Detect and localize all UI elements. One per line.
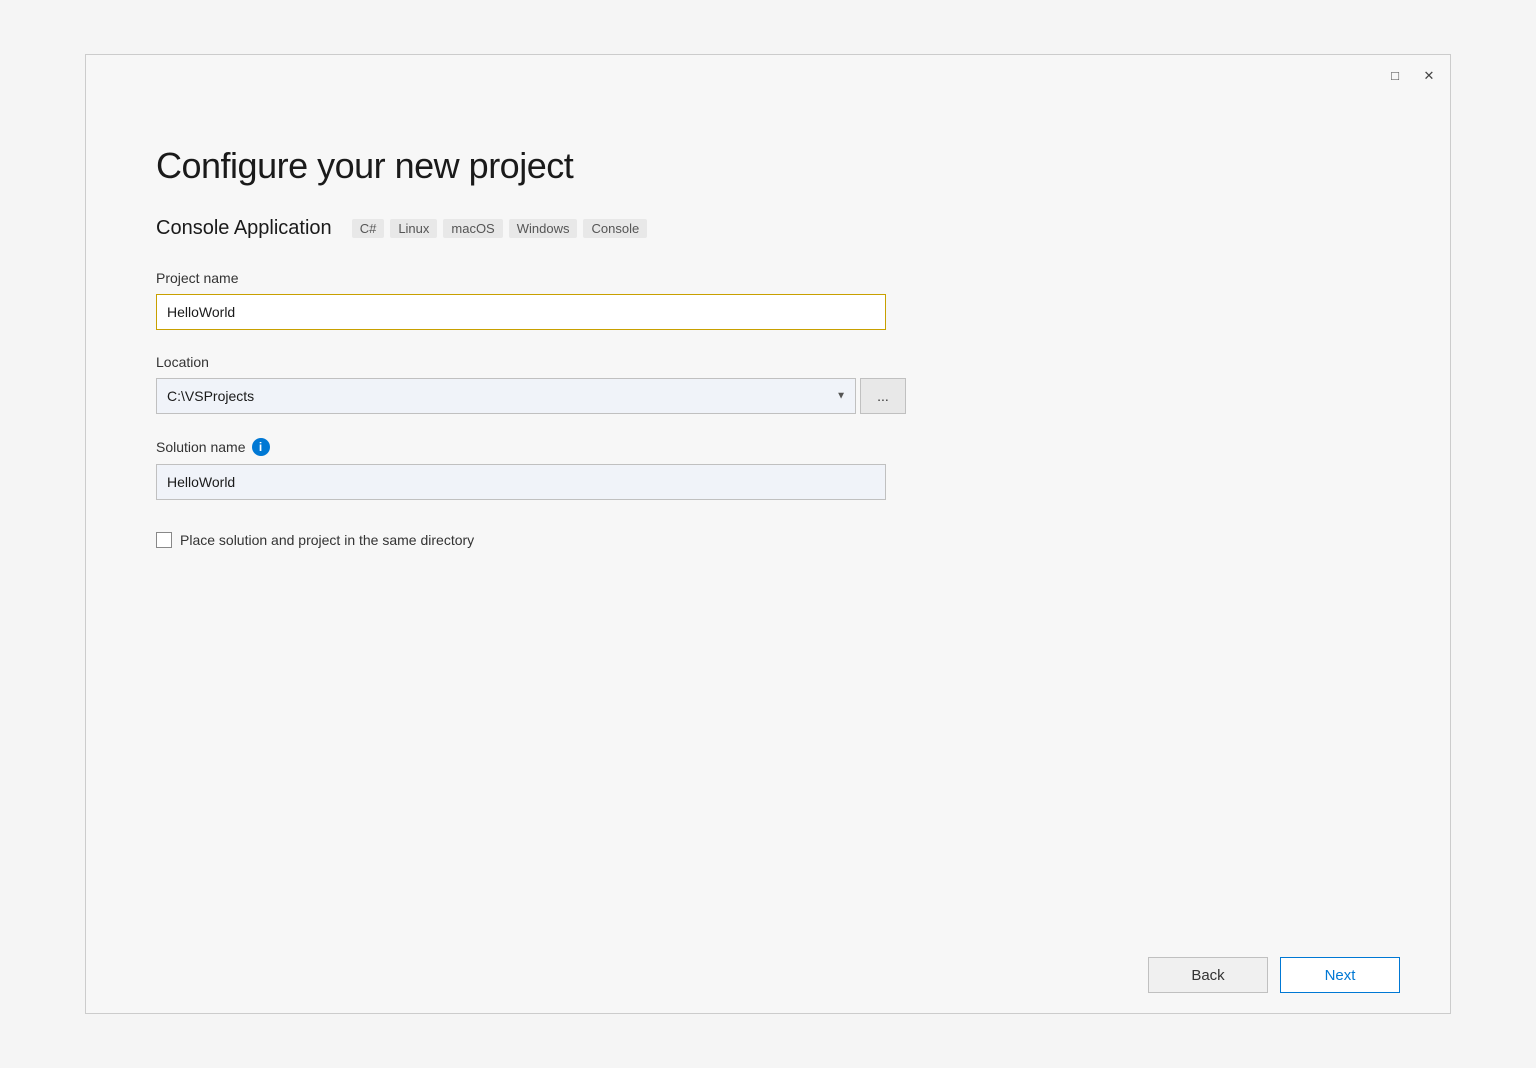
location-section: Location C:\VSProjects ▼ ... xyxy=(156,354,1380,414)
main-window: □ ✕ Configure your new project Console A… xyxy=(85,54,1451,1014)
solution-name-section: Solution name i xyxy=(156,438,1380,500)
tag-linux: Linux xyxy=(390,219,437,238)
project-name-input[interactable] xyxy=(156,294,886,330)
next-button[interactable]: Next xyxy=(1280,957,1400,993)
back-button-label: Back xyxy=(1191,967,1224,984)
same-directory-row: Place solution and project in the same d… xyxy=(156,532,1380,548)
project-name-label-text: Project name xyxy=(156,270,238,286)
back-button[interactable]: Back xyxy=(1148,957,1268,993)
tag-console: Console xyxy=(583,219,647,238)
project-type-row: Console Application C# Linux macOS Windo… xyxy=(156,217,1380,240)
info-icon[interactable]: i xyxy=(252,438,270,456)
close-button[interactable]: ✕ xyxy=(1420,66,1438,84)
close-icon: ✕ xyxy=(1424,69,1435,82)
project-type-name: Console Application xyxy=(156,217,332,240)
project-name-label: Project name xyxy=(156,270,1380,286)
footer: Back Next xyxy=(86,937,1450,1013)
next-button-label: Next xyxy=(1325,967,1356,984)
browse-button[interactable]: ... xyxy=(860,378,906,414)
same-directory-checkbox[interactable] xyxy=(156,532,172,548)
maximize-button[interactable]: □ xyxy=(1386,66,1404,84)
tag-macos: macOS xyxy=(443,219,502,238)
solution-name-label: Solution name i xyxy=(156,438,1380,456)
location-select[interactable]: C:\VSProjects xyxy=(156,378,856,414)
location-row: C:\VSProjects ▼ ... xyxy=(156,378,1380,414)
location-label: Location xyxy=(156,354,1380,370)
page-title: Configure your new project xyxy=(156,145,1380,187)
maximize-icon: □ xyxy=(1391,69,1399,82)
title-bar: □ ✕ xyxy=(86,55,1450,95)
tag-csharp: C# xyxy=(352,219,385,238)
same-directory-label: Place solution and project in the same d… xyxy=(180,532,474,548)
tag-windows: Windows xyxy=(509,219,578,238)
main-content: Configure your new project Console Appli… xyxy=(86,95,1450,937)
browse-button-label: ... xyxy=(877,388,889,404)
project-name-section: Project name xyxy=(156,270,1380,330)
solution-name-label-text: Solution name xyxy=(156,439,246,455)
solution-name-input[interactable] xyxy=(156,464,886,500)
location-select-wrapper: C:\VSProjects ▼ xyxy=(156,378,856,414)
location-label-text: Location xyxy=(156,354,209,370)
